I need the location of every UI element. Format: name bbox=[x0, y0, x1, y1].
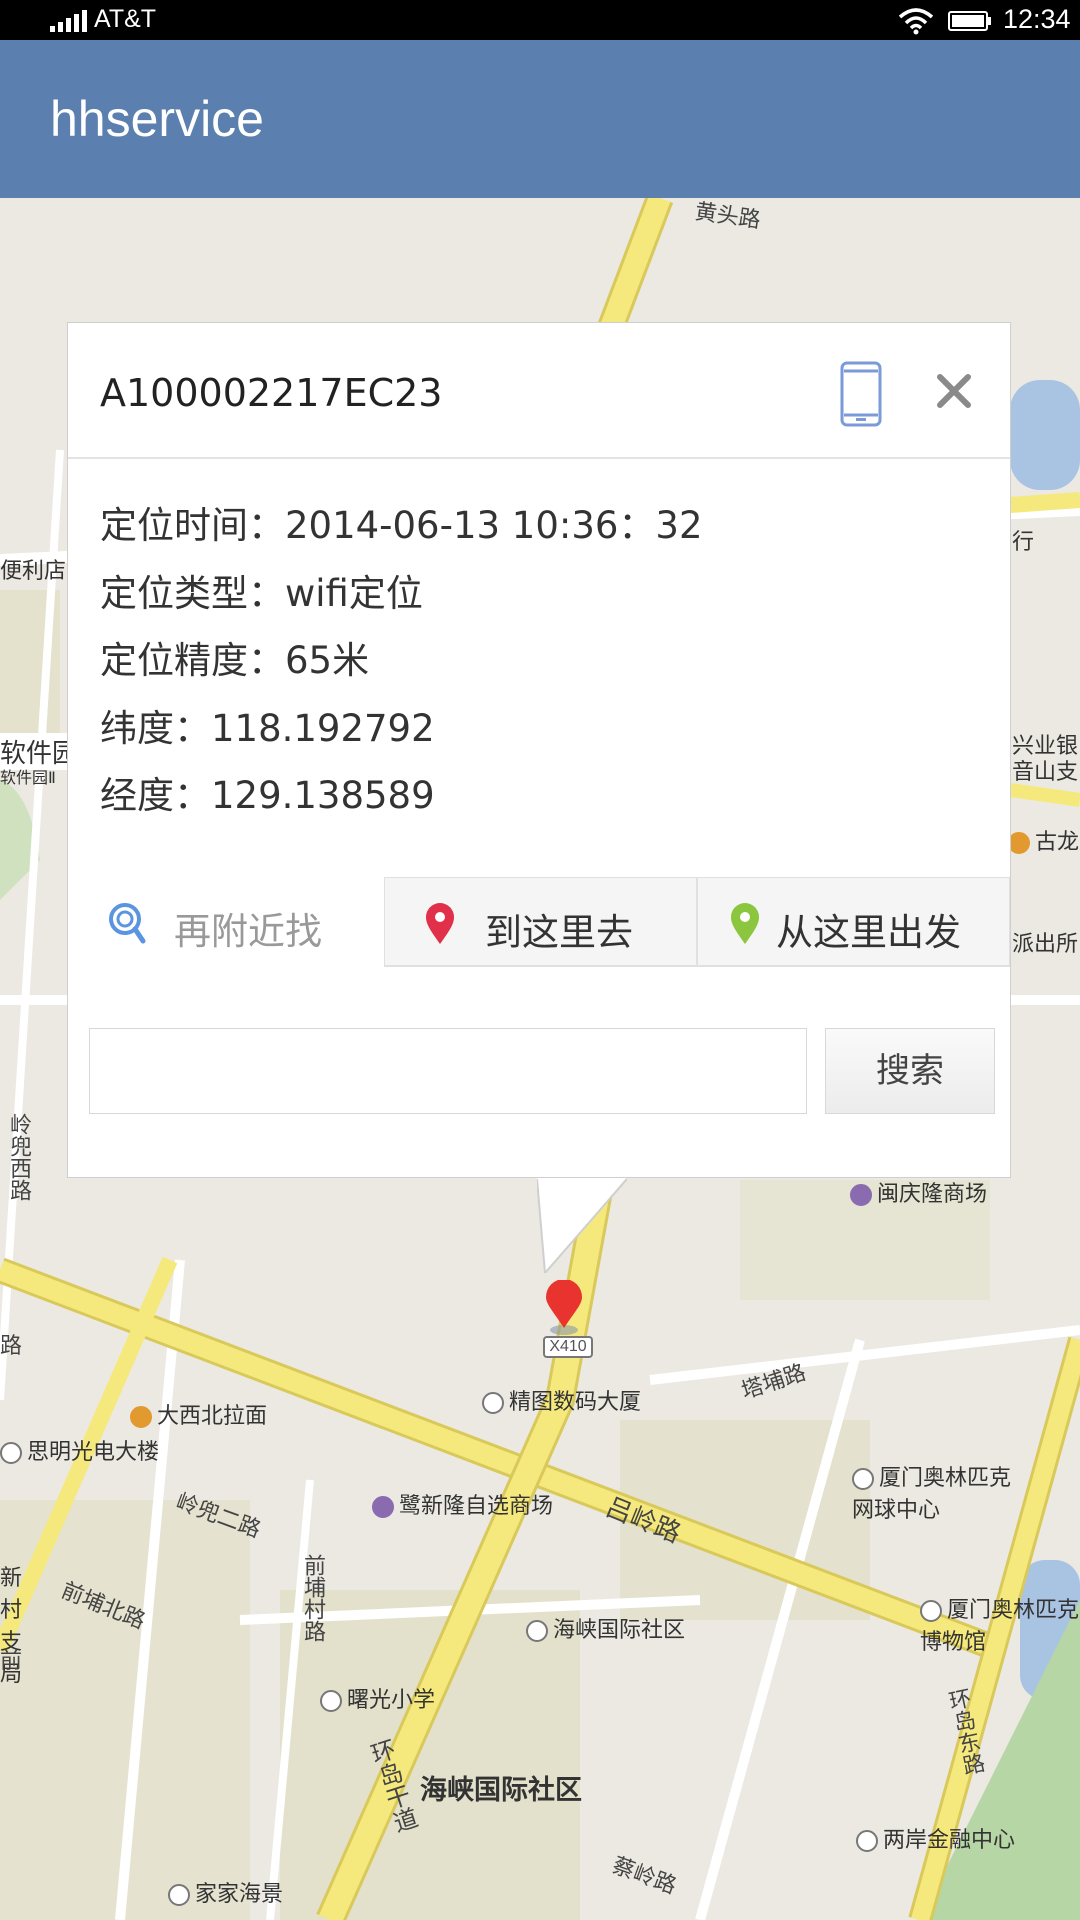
museum-poi-icon bbox=[920, 1600, 942, 1622]
info-row-time: 定位时间：2014-06-13 10:36：32 bbox=[100, 504, 703, 547]
device-id: A100002217EC23 bbox=[100, 371, 443, 415]
tab-label: 从这里出发 bbox=[776, 911, 961, 954]
status-bar: AT&T 12:34 bbox=[0, 0, 1080, 40]
wifi-icon bbox=[898, 8, 934, 35]
map-label: 岭兜西路 bbox=[6, 1113, 31, 1201]
building-poi-icon bbox=[0, 1442, 22, 1464]
map-label: 海峡国际社区 bbox=[420, 1775, 582, 1806]
info-row-accuracy: 定位精度：65米 bbox=[100, 639, 370, 682]
restaurant-poi-icon bbox=[1008, 832, 1030, 854]
map-label: 曙光小学 bbox=[320, 1682, 435, 1714]
building-poi-icon bbox=[482, 1392, 504, 1414]
tab-search-nearby[interactable]: 再附近找 bbox=[68, 877, 384, 967]
signal-icon bbox=[50, 10, 87, 32]
info-row-longitude: 经度：129.138589 bbox=[100, 774, 435, 817]
restaurant-poi-icon bbox=[130, 1406, 152, 1428]
green-pin-icon bbox=[731, 903, 759, 944]
search-button[interactable]: 搜索 bbox=[825, 1028, 995, 1114]
community-poi-icon bbox=[526, 1620, 548, 1642]
map-label: 精图数码大厦 bbox=[482, 1384, 641, 1416]
map-label: 海峡国际社区 bbox=[526, 1612, 685, 1644]
map-label: 鹭新隆自选商场 bbox=[372, 1488, 553, 1520]
map-label: 音山支 bbox=[1012, 760, 1079, 785]
clock: 12:34 bbox=[1003, 4, 1071, 34]
map-label: 前 bbox=[0, 1649, 23, 1674]
carrier-name: AT&T bbox=[94, 5, 157, 33]
app-title: hhservice bbox=[50, 91, 264, 147]
popup-pointer bbox=[537, 1177, 627, 1273]
map-label: 两岸金融中心 bbox=[856, 1822, 1015, 1854]
tab-go-here[interactable]: 到这里去 bbox=[384, 877, 697, 967]
search-nearby-icon bbox=[109, 903, 146, 944]
tab-start-here[interactable]: 从这里出发 bbox=[697, 877, 1010, 967]
action-tabs: 再附近找 到这里去 从这里出发 bbox=[68, 877, 1010, 967]
close-icon[interactable] bbox=[936, 373, 972, 409]
location-info: 定位时间：2014-06-13 10:36：32 定位类型：wifi定位 定位精… bbox=[100, 495, 703, 833]
map-label: 派出所 bbox=[1012, 932, 1079, 957]
tab-label: 到这里去 bbox=[485, 911, 633, 954]
sports-poi-icon bbox=[852, 1468, 874, 1490]
red-pin-icon bbox=[426, 903, 454, 944]
map-label: 行 bbox=[1012, 530, 1035, 555]
map-label: 大西北拉面 bbox=[130, 1398, 267, 1430]
map-label: 思明光电大楼 bbox=[0, 1434, 159, 1466]
route-shield: X410 bbox=[543, 1336, 593, 1358]
tab-label: 再附近找 bbox=[174, 910, 322, 953]
info-row-latitude: 纬度：118.192792 bbox=[100, 706, 435, 750]
map-label: 家家海景 bbox=[168, 1876, 283, 1908]
app-bar: hhservice bbox=[0, 40, 1080, 198]
battery-icon bbox=[948, 11, 991, 31]
map-label: 闽庆隆商场 bbox=[850, 1176, 987, 1208]
device-info-popup: A100002217EC23 定位时间：2014-06-13 10:36：32 … bbox=[67, 322, 1011, 1178]
finance-poi-icon bbox=[856, 1830, 878, 1852]
shopping-poi-icon bbox=[850, 1184, 872, 1206]
shopping-poi-icon bbox=[372, 1496, 394, 1518]
map-label: 前埔村路 bbox=[300, 1554, 325, 1642]
map-label: 软件园Ⅱ bbox=[0, 768, 56, 787]
search-input[interactable] bbox=[89, 1028, 807, 1114]
popup-header: A100002217EC23 bbox=[68, 323, 1010, 459]
map-label: 厦门奥林匹克网球中心 bbox=[852, 1466, 1012, 1523]
map-label: 便利店 bbox=[0, 559, 67, 584]
shopping-poi-icon bbox=[168, 1884, 190, 1906]
info-row-type: 定位类型：wifi定位 bbox=[100, 571, 423, 615]
location-marker-icon[interactable] bbox=[544, 1280, 584, 1336]
map-label: 古龙 bbox=[1008, 824, 1079, 856]
map-label: 厦门奥林匹克博物馆 bbox=[920, 1598, 1080, 1655]
phone-icon[interactable] bbox=[840, 361, 882, 427]
school-poi-icon bbox=[320, 1690, 342, 1712]
map-label: 路 bbox=[0, 1334, 23, 1359]
